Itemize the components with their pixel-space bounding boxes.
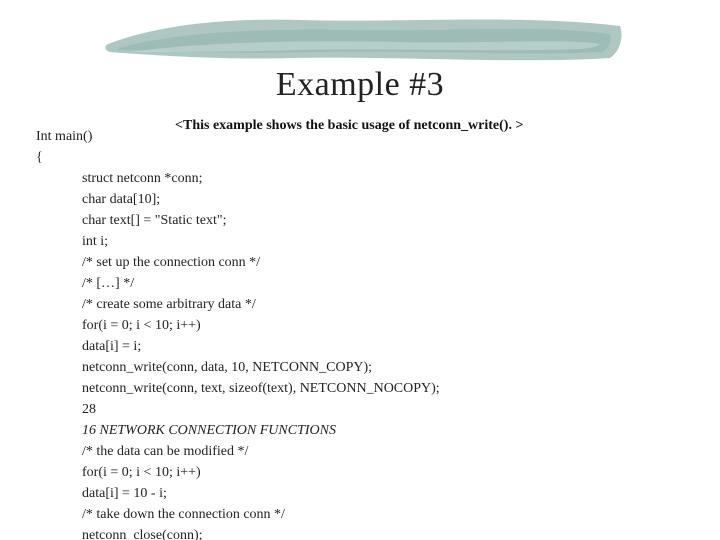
code-line: netconn_close(conn);: [82, 525, 686, 540]
code-line: data[i] = i;: [82, 336, 686, 357]
code-line: int i;: [82, 231, 686, 252]
code-line: {: [36, 147, 686, 168]
code-line: /* take down the connection conn */: [82, 504, 686, 525]
code-line: Int main(): [36, 126, 686, 147]
code-line: for(i = 0; i < 10; i++): [82, 462, 686, 483]
code-line: char text[] = "Static text";: [82, 210, 686, 231]
code-line: netconn_write(conn, data, 10, NETCONN_CO…: [82, 357, 686, 378]
code-line: /* create some arbitrary data */: [82, 294, 686, 315]
code-line: 16 NETWORK CONNECTION FUNCTIONS: [82, 420, 686, 441]
slide-title: Example #3: [0, 66, 720, 104]
code-line: /* […] */: [82, 273, 686, 294]
code-line: data[i] = 10 - i;: [82, 483, 686, 504]
brush-stroke-decoration: [100, 12, 630, 66]
code-line: for(i = 0; i < 10; i++): [82, 315, 686, 336]
code-line: /* the data can be modified */: [82, 441, 686, 462]
code-block: Int main() { struct netconn *conn;char d…: [36, 126, 686, 540]
code-line: netconn_write(conn, text, sizeof(text), …: [82, 378, 686, 399]
code-line: struct netconn *conn;: [82, 168, 686, 189]
code-line: 28: [82, 399, 686, 420]
code-line: /* set up the connection conn */: [82, 252, 686, 273]
code-line: char data[10];: [82, 189, 686, 210]
